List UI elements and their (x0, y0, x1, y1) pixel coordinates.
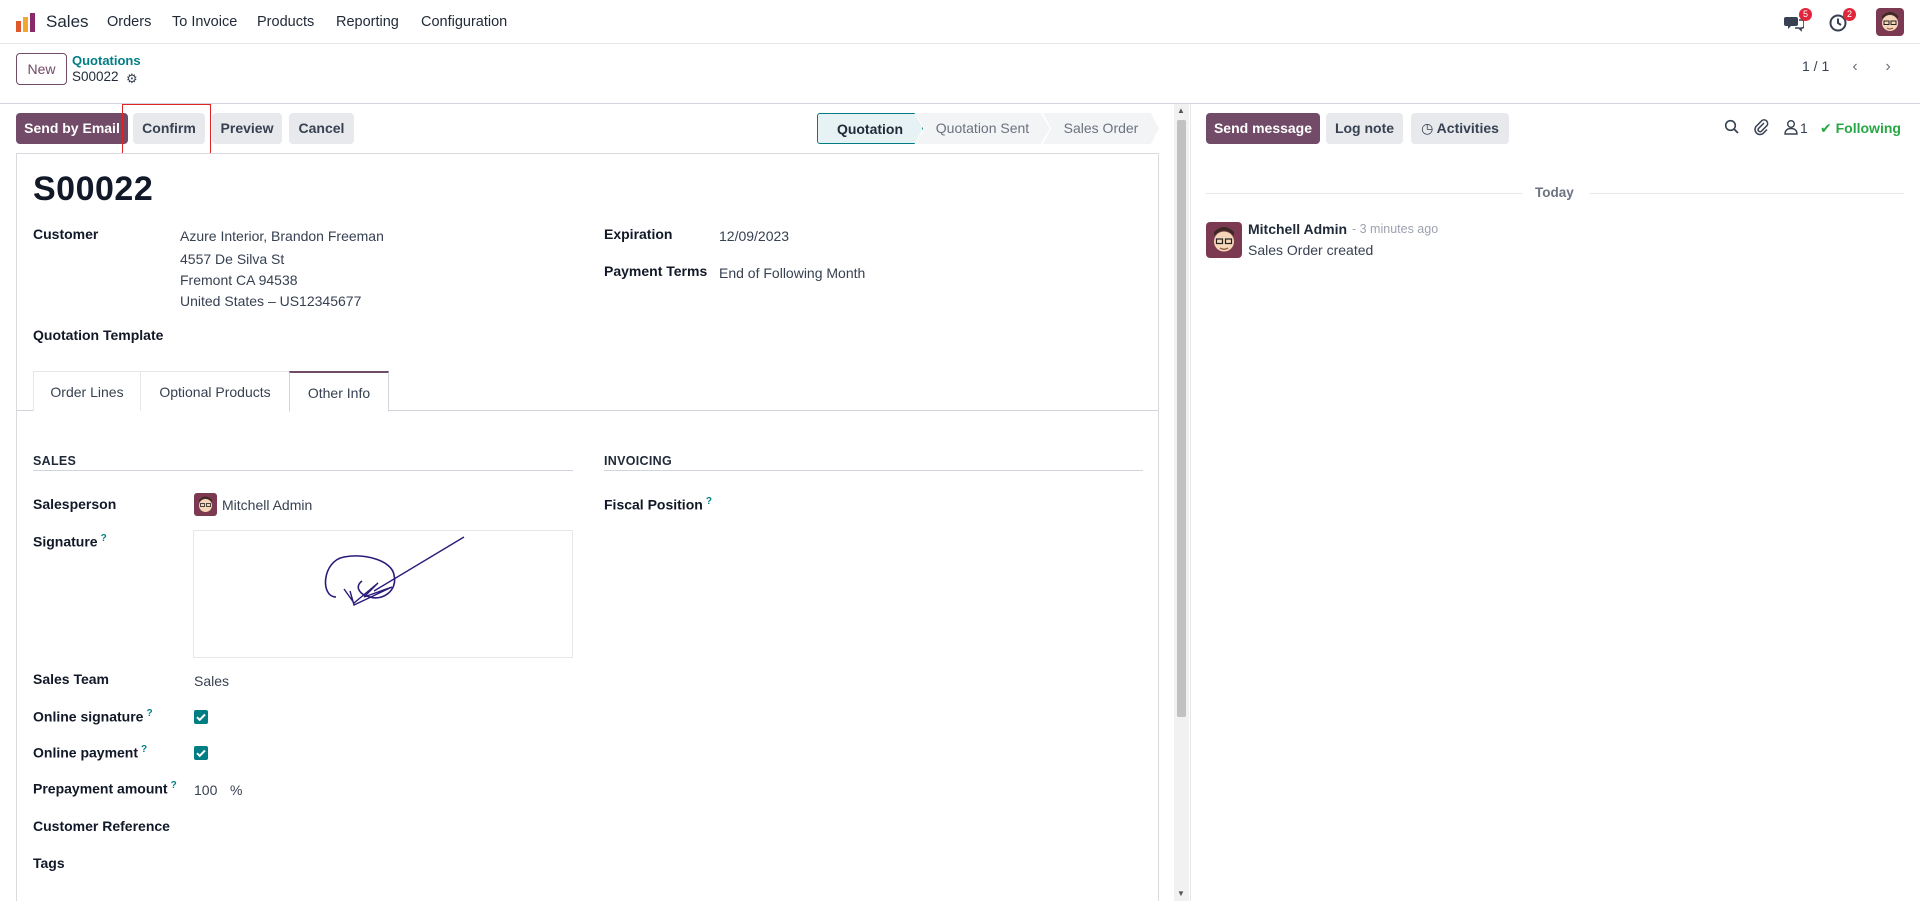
online-signature-checkbox[interactable] (194, 710, 208, 724)
customer-label: Customer (33, 226, 99, 242)
status-quotation-sent[interactable]: Quotation Sent (915, 113, 1050, 144)
following-button[interactable]: ✔ Following (1820, 120, 1901, 137)
scrollbar-thumb[interactable] (1177, 120, 1186, 717)
help-tooltip-icon[interactable]: ? (101, 533, 107, 544)
app-name[interactable]: Sales (46, 12, 89, 32)
quotation-template-label: Quotation Template (33, 327, 164, 343)
tab-other-info[interactable]: Other Info (289, 371, 389, 412)
tags-label: Tags (33, 855, 65, 871)
cancel-button[interactable]: Cancel (289, 113, 354, 144)
section-divider (604, 470, 1143, 471)
signature-label: Signature? (33, 533, 107, 550)
activities-label: Activities (1436, 120, 1499, 136)
salesperson-label: Salesperson (33, 496, 117, 512)
date-divider-line (1206, 193, 1522, 194)
activities-badge: 2 (1843, 8, 1856, 21)
message-author[interactable]: Mitchell Admin (1248, 221, 1347, 237)
signature-drawing (324, 536, 465, 606)
customer-line: Fremont CA 94538 (180, 272, 298, 288)
section-divider (33, 470, 573, 471)
scroll-up-arrow-icon[interactable]: ▲ (1177, 106, 1185, 115)
messages-badge: 5 (1799, 8, 1812, 21)
control-panel: New Quotations S00022 ⚙ 1 / 1 ‹ › (0, 44, 1920, 104)
menu-configuration[interactable]: Configuration (421, 14, 507, 30)
date-divider-line (1590, 193, 1904, 194)
invoicing-section-title: INVOICING (604, 454, 672, 468)
check-icon: ✔ (1820, 120, 1832, 136)
fiscal-position-label: Fiscal Position? (604, 496, 712, 513)
chevron-right-icon[interactable]: › (1874, 54, 1902, 82)
status-quotation[interactable]: Quotation (817, 113, 923, 144)
menu-products[interactable]: Products (257, 14, 314, 30)
salesperson-field[interactable]: Mitchell Admin (222, 497, 312, 513)
tab-optional-products[interactable]: Optional Products (140, 371, 290, 411)
signature-field[interactable] (193, 530, 573, 658)
salesperson-avatar (194, 493, 217, 516)
send-message-button[interactable]: Send message (1206, 113, 1320, 144)
customer-reference-label: Customer Reference (33, 818, 170, 834)
send-by-email-button[interactable]: Send by Email (16, 113, 128, 144)
menu-to-invoice[interactable]: To Invoice (172, 14, 237, 30)
activities-button[interactable]: 2 (1828, 8, 1856, 34)
menu-orders[interactable]: Orders (107, 14, 151, 30)
message-body: Sales Order created (1248, 242, 1374, 258)
prepayment-amount-field[interactable]: 100 (194, 782, 217, 798)
pager-value[interactable]: 1 / 1 (1802, 58, 1829, 74)
help-tooltip-icon[interactable]: ? (146, 708, 152, 719)
sales-section-title: SALES (33, 454, 77, 468)
customer-line[interactable]: Azure Interior, Brandon Freeman (180, 228, 384, 244)
search-icon[interactable] (1724, 119, 1740, 135)
online-signature-label: Online signature? (33, 708, 153, 725)
new-button[interactable]: New (16, 53, 67, 85)
help-tooltip-icon[interactable]: ? (171, 780, 177, 791)
online-payment-checkbox[interactable] (194, 746, 208, 760)
expiration-field[interactable]: 12/09/2023 (719, 228, 789, 244)
payment-terms-field[interactable]: End of Following Month (719, 265, 865, 281)
record-title: S00022 (33, 170, 154, 208)
tab-order-lines[interactable]: Order Lines (33, 371, 141, 411)
messages-button[interactable]: 5 (1784, 8, 1812, 34)
gear-icon[interactable]: ⚙ (126, 71, 138, 87)
followers-count[interactable]: 1 (1800, 120, 1808, 136)
prepayment-amount-label: Prepayment amount? (33, 780, 177, 797)
log-note-button[interactable]: Log note (1326, 113, 1403, 144)
message-timestamp: - 3 minutes ago (1352, 222, 1439, 236)
activities-button[interactable]: ◷ Activities (1411, 113, 1509, 144)
chevron-left-icon[interactable]: ‹ (1841, 54, 1869, 82)
online-payment-label: Online payment? (33, 744, 148, 761)
expiration-label: Expiration (604, 226, 673, 242)
breadcrumb-current: S00022 (72, 69, 119, 84)
user-avatar[interactable] (1876, 8, 1904, 36)
help-tooltip-icon[interactable]: ? (141, 744, 147, 755)
sales-app-icon[interactable] (15, 11, 37, 33)
customer-line: United States – US12345677 (180, 293, 362, 309)
sales-team-field[interactable]: Sales (194, 673, 229, 689)
message-author-avatar[interactable] (1206, 222, 1242, 258)
following-label: Following (1835, 120, 1901, 136)
customer-line: 4557 De Silva St (180, 251, 285, 267)
paperclip-icon[interactable] (1753, 118, 1769, 136)
confirm-highlight (122, 104, 211, 156)
preview-button[interactable]: Preview (212, 113, 282, 144)
clock-icon: ◷ (1421, 120, 1434, 136)
checkmark-icon (196, 713, 206, 722)
status-sales-order[interactable]: Sales Order (1043, 113, 1159, 144)
breadcrumb-quotations[interactable]: Quotations (72, 53, 141, 68)
checkmark-icon (196, 749, 206, 758)
top-navbar: Sales Orders To Invoice Products Reporti… (0, 0, 1920, 44)
scroll-down-arrow-icon[interactable]: ▼ (1177, 889, 1185, 898)
prepayment-unit: % (230, 782, 243, 798)
user-icon[interactable] (1784, 119, 1798, 135)
help-tooltip-icon[interactable]: ? (706, 496, 712, 507)
sales-team-label: Sales Team (33, 671, 110, 687)
menu-reporting[interactable]: Reporting (336, 14, 399, 30)
date-divider-today: Today (1535, 185, 1574, 200)
payment-terms-label: Payment Terms (604, 263, 708, 279)
